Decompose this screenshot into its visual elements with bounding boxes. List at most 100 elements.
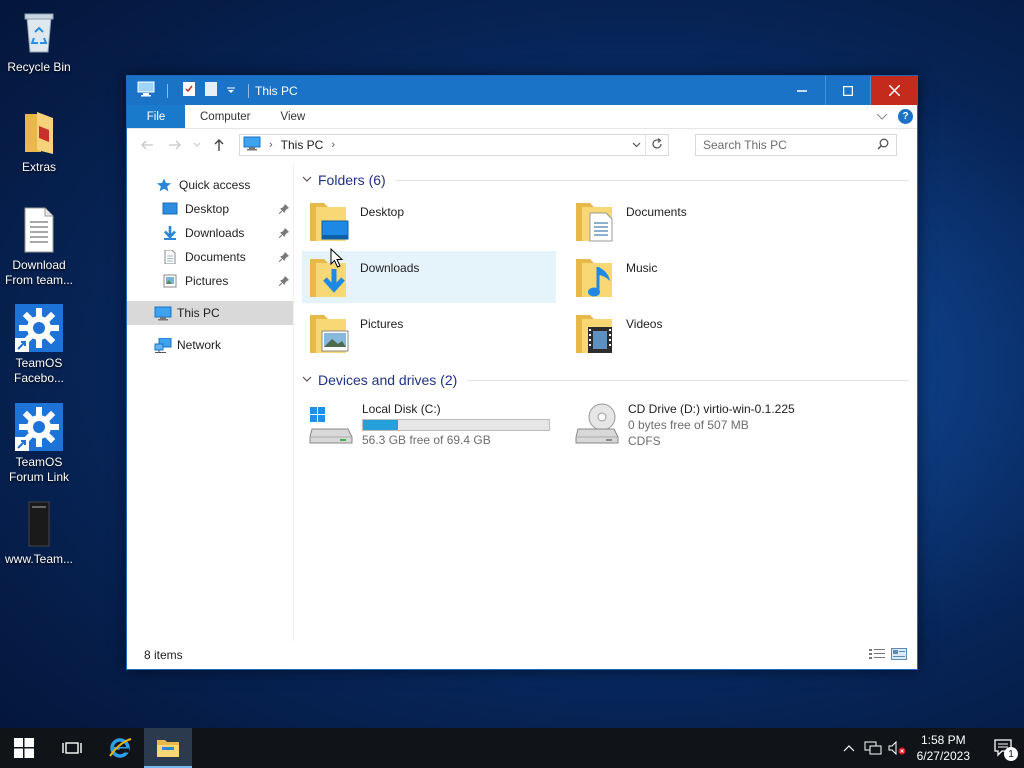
nav-item-label: Downloads bbox=[185, 226, 245, 240]
desktop-icon-label: Recycle Bin bbox=[7, 60, 71, 74]
group-header-devices[interactable]: Devices and drives (2) bbox=[302, 369, 917, 391]
desktop-icon-download-from-team[interactable]: Download From team... bbox=[2, 206, 76, 288]
internet-explorer-icon bbox=[109, 738, 132, 758]
drive-name: CD Drive (D:) virtio-win-0.1.225 bbox=[628, 402, 795, 416]
task-view-button[interactable] bbox=[48, 728, 96, 768]
folder-tile-music[interactable]: Music bbox=[568, 251, 822, 303]
expand-ribbon-icon[interactable] bbox=[876, 110, 888, 124]
desktop-icon-teamos-forum-link[interactable]: TeamOS Forum Link bbox=[2, 403, 76, 485]
tab-file[interactable]: File bbox=[127, 105, 185, 128]
status-bar: 8 items bbox=[127, 641, 917, 669]
desktop-icon-www-team[interactable]: www.Team... bbox=[2, 500, 76, 567]
chevron-right-icon[interactable]: › bbox=[269, 139, 273, 151]
mouse-cursor-icon bbox=[330, 247, 344, 272]
documents-folder-icon bbox=[574, 199, 616, 243]
forward-button[interactable] bbox=[163, 134, 187, 156]
file-explorer-taskbar-button[interactable] bbox=[144, 728, 192, 768]
group-header-label: Folders (6) bbox=[318, 172, 386, 188]
chevron-down-icon bbox=[302, 174, 312, 186]
drive-grid: Local Disk (C:) 56.3 GB free of 69.4 GB … bbox=[302, 397, 917, 453]
download-arrow-icon bbox=[162, 226, 178, 240]
folder-tile-desktop[interactable]: Desktop bbox=[302, 195, 556, 247]
search-box[interactable] bbox=[695, 134, 897, 156]
search-input[interactable] bbox=[703, 138, 869, 152]
pictures-folder-icon bbox=[308, 311, 350, 355]
clock-date: 6/27/2023 bbox=[916, 749, 970, 763]
pin-icon bbox=[278, 251, 289, 265]
computer-icon bbox=[154, 306, 172, 321]
nav-item-quick-access[interactable]: Quick access bbox=[127, 173, 293, 197]
network-tray-icon[interactable] bbox=[861, 741, 885, 755]
videos-folder-icon bbox=[574, 311, 616, 355]
address-dropdown-button[interactable] bbox=[628, 135, 646, 155]
large-icons-view-icon bbox=[891, 647, 907, 660]
drive-tile-local-disk-c[interactable]: Local Disk (C:) 56.3 GB free of 69.4 GB bbox=[302, 397, 556, 453]
desktop-icon-label-line2: Forum Link bbox=[8, 470, 70, 484]
arrow-right-icon bbox=[169, 140, 181, 150]
nav-item-desktop[interactable]: Desktop bbox=[127, 197, 293, 221]
properties-icon[interactable] bbox=[182, 81, 196, 100]
gear-shortcut-icon bbox=[15, 304, 63, 352]
folder-tile-pictures[interactable]: Pictures bbox=[302, 307, 556, 359]
recent-locations-button[interactable] bbox=[191, 134, 203, 156]
desktop-icon-recycle-bin[interactable]: Recycle Bin bbox=[2, 8, 76, 75]
folder-name: Downloads bbox=[360, 261, 420, 275]
maximize-icon bbox=[843, 85, 853, 96]
nav-item-label: Desktop bbox=[185, 202, 230, 216]
internet-explorer-button[interactable] bbox=[96, 728, 144, 768]
drive-tile-cd-drive-d[interactable]: CD Drive (D:) virtio-win-0.1.225 0 bytes… bbox=[568, 397, 868, 453]
nav-item-label: Network bbox=[177, 338, 222, 352]
nav-item-label: Pictures bbox=[185, 274, 229, 288]
tab-view[interactable]: View bbox=[266, 105, 321, 128]
drive-usage-fill bbox=[363, 420, 399, 430]
notification-count-badge: 1 bbox=[1004, 747, 1018, 761]
nav-item-downloads[interactable]: Downloads bbox=[127, 221, 293, 245]
maximize-button[interactable] bbox=[825, 76, 871, 105]
nav-item-this-pc[interactable]: This PC bbox=[127, 301, 293, 325]
desktop-icon-teamos-facebook[interactable]: TeamOS Facebo... bbox=[2, 304, 76, 386]
folder-name: Desktop bbox=[360, 205, 405, 219]
start-button[interactable] bbox=[0, 728, 48, 768]
pin-icon bbox=[278, 275, 289, 289]
action-center-button[interactable]: 1 bbox=[984, 728, 1024, 768]
up-button[interactable] bbox=[207, 134, 231, 156]
folder-tile-videos[interactable]: Videos bbox=[568, 307, 822, 359]
desktop-icon-label: www.Team... bbox=[4, 552, 73, 566]
file-explorer-window[interactable]: This PC File Computer View ? › This PC ›… bbox=[126, 75, 918, 670]
help-icon[interactable]: ? bbox=[898, 109, 913, 124]
network-icon bbox=[154, 337, 172, 353]
refresh-button[interactable] bbox=[646, 137, 668, 153]
volume-muted-icon[interactable] bbox=[885, 741, 909, 755]
desktop-folder-icon bbox=[162, 202, 178, 216]
address-bar[interactable]: › This PC › bbox=[239, 134, 669, 156]
customize-qat-icon[interactable] bbox=[226, 84, 236, 98]
group-header-folders[interactable]: Folders (6) bbox=[302, 169, 917, 191]
desktop-icon-extras[interactable]: Extras bbox=[2, 108, 76, 175]
document-icon bbox=[162, 249, 178, 265]
breadcrumb-this-pc[interactable]: This PC bbox=[281, 138, 324, 152]
show-hidden-icons-button[interactable] bbox=[837, 744, 861, 752]
clock[interactable]: 1:58 PM 6/27/2023 bbox=[909, 732, 984, 764]
tab-computer[interactable]: Computer bbox=[185, 105, 266, 128]
window-title: This PC bbox=[255, 83, 298, 98]
nav-item-pictures[interactable]: Pictures bbox=[127, 269, 293, 293]
minimize-button[interactable] bbox=[779, 76, 825, 105]
refresh-icon bbox=[652, 137, 662, 149]
nav-item-network[interactable]: Network bbox=[127, 333, 293, 357]
new-folder-icon[interactable] bbox=[204, 81, 218, 100]
large-icons-view-button[interactable] bbox=[891, 647, 907, 663]
ribbon-tabs: File Computer View ? bbox=[127, 105, 917, 129]
folder-tile-documents[interactable]: Documents bbox=[568, 195, 822, 247]
search-icon bbox=[877, 138, 889, 153]
minimize-icon bbox=[797, 89, 807, 92]
cd-drive-icon bbox=[574, 401, 620, 449]
details-view-button[interactable] bbox=[869, 648, 885, 663]
nav-item-label: Documents bbox=[185, 250, 246, 264]
back-button[interactable] bbox=[135, 134, 159, 156]
close-button[interactable] bbox=[871, 76, 917, 105]
gear-shortcut-icon bbox=[15, 403, 63, 451]
chevron-right-icon[interactable]: › bbox=[331, 139, 335, 151]
hard-drive-icon bbox=[308, 401, 354, 449]
nav-item-documents[interactable]: Documents bbox=[127, 245, 293, 269]
title-bar[interactable]: This PC bbox=[127, 76, 917, 105]
